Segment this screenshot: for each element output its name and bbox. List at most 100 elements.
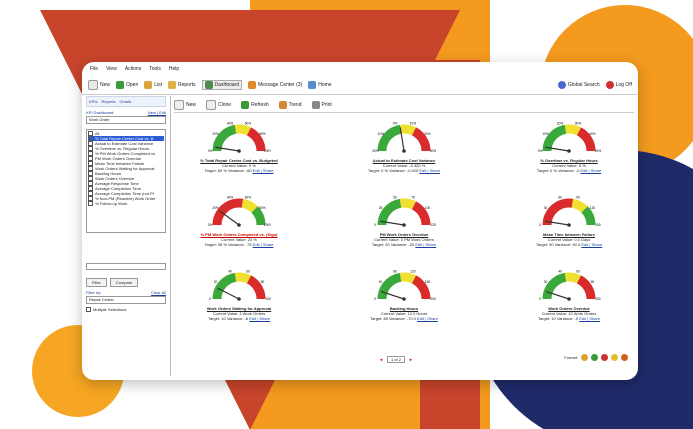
- dash-new-button[interactable]: New: [174, 100, 196, 110]
- gauge-dial: 0% 20% 40% 60% 80% 100%: [208, 195, 271, 227]
- edit-share-link[interactable]: Edit | Share: [415, 242, 436, 247]
- checkbox-icon[interactable]: [88, 201, 93, 206]
- gauge-tick-label: 60: [558, 195, 562, 199]
- list-icon: [144, 81, 153, 89]
- prev-page-button[interactable]: ◄: [379, 357, 383, 362]
- menu-help[interactable]: Help: [169, 66, 179, 76]
- filter-button[interactable]: Filter: [86, 278, 107, 287]
- gauge-tick-label: 80: [591, 280, 595, 284]
- message-center-button[interactable]: Message Center (3): [248, 81, 302, 89]
- filter-select[interactable]: Repair Center: [86, 296, 166, 304]
- home-button[interactable]: Home: [308, 81, 332, 89]
- new-label: New: [100, 82, 111, 88]
- multiple-selections-checkbox[interactable]: Multiple Selections: [86, 307, 166, 312]
- gauge-tick-label: 40: [558, 269, 562, 273]
- refresh-button[interactable]: Refresh: [241, 101, 269, 109]
- gauge-band: [581, 206, 596, 226]
- list-button[interactable]: List: [144, 81, 162, 89]
- menu-tools[interactable]: Tools: [149, 66, 161, 76]
- kpi-list-item-label: % Follow-up Work: [95, 201, 128, 206]
- gauge-target-text: Target: 60 % Variance: -60: [204, 168, 252, 173]
- gauge-tick-label: 80%: [259, 206, 266, 210]
- open-icon: [116, 81, 125, 89]
- menu-file[interactable]: File: [90, 66, 98, 76]
- gauge-tick-label: 60%: [245, 121, 252, 125]
- dashboard-toolbar: New Clone Refresh Trend Print: [174, 98, 634, 113]
- edit-share-link[interactable]: Edit | Share: [253, 242, 274, 247]
- trend-format-icon[interactable]: [621, 354, 628, 361]
- gauge-hub: [402, 223, 406, 227]
- clone-button[interactable]: Clone: [206, 100, 231, 110]
- open-button[interactable]: Open: [116, 81, 138, 89]
- horizontal-scrollbar[interactable]: [86, 263, 166, 270]
- gauge-target: Target: 20 Variance: -20 Edit | Share: [339, 242, 469, 247]
- left-pane: KPIs Reports Charts KPI Dashboard: New |…: [86, 96, 166, 376]
- kpi-gauge[interactable]: -20% -10% 0% 10% 20% 30% Actual to Estimate Co…: [339, 117, 469, 192]
- pane-divider[interactable]: [170, 96, 171, 376]
- menu-actions[interactable]: Actions: [125, 66, 141, 76]
- clear-all-link[interactable]: Clear All: [151, 290, 166, 295]
- menu-view[interactable]: View: [106, 66, 117, 76]
- bar-format-icon[interactable]: [611, 354, 618, 361]
- gauge-target: Target: 95 % Variance: -75 Edit | Share: [174, 242, 304, 247]
- gauge-tick-label: -20%: [372, 149, 379, 153]
- edit-share-link[interactable]: Edit | Share: [417, 316, 438, 321]
- refresh-icon: [241, 101, 250, 109]
- dashboard-button[interactable]: Dashboard: [201, 80, 243, 90]
- speedometer-format-icon[interactable]: [591, 354, 598, 361]
- tab-charts[interactable]: Charts: [119, 99, 131, 104]
- edit-share-link[interactable]: Edit | Share: [580, 168, 601, 173]
- kpi-gauge[interactable]: 0%20%40%60%80%100%% PM Work Orders Compl…: [174, 191, 304, 266]
- gauge-tick-label: 200: [430, 297, 436, 301]
- logoff-button[interactable]: Log Off: [605, 81, 632, 89]
- edit-share-link[interactable]: Edit | Share: [249, 316, 270, 321]
- pager: ◄ 1 of 2 ►: [379, 356, 413, 363]
- next-page-button[interactable]: ►: [409, 357, 413, 362]
- kpi-gauge[interactable]: 0 40 80 120 160 200 Backlog Hours Current Value…: [339, 265, 469, 340]
- dashboard-select[interactable]: Work Order: [86, 116, 166, 124]
- gauge-band: [377, 272, 402, 300]
- gauge-band: [399, 124, 417, 136]
- gauge-hub: [237, 149, 241, 153]
- kpi-gauge[interactable]: 0% 10% 20% 30% 40% 50%% Overtime vs. Regular …: [504, 117, 634, 192]
- gauge-tick-label: 80%: [259, 132, 266, 136]
- global-search-button[interactable]: Global Search: [558, 81, 600, 89]
- gauge-tick-label: 0%: [538, 149, 543, 153]
- print-button[interactable]: Print: [311, 101, 332, 109]
- trend-button[interactable]: Trend: [278, 101, 302, 109]
- gauge-target: Target: 10 Variance: -0 Edit | Share: [504, 316, 634, 321]
- gauge-target-text: Target: 80 Variance: -70.0: [370, 316, 416, 321]
- gauge-format-icon[interactable]: [581, 354, 588, 361]
- kpi-gauge[interactable]: 0%20%40%60%80%100%% Total Repair Center …: [174, 117, 304, 192]
- new-button[interactable]: New: [88, 80, 110, 90]
- open-label: Open: [126, 82, 139, 88]
- page-indicator[interactable]: 1 of 2: [386, 356, 405, 363]
- envelope-icon: [248, 81, 257, 89]
- kpi-list-item[interactable]: % Follow-up Work: [88, 201, 164, 206]
- edit-share-link[interactable]: Edit | Share: [579, 316, 600, 321]
- gauge-tick-label: 20%: [212, 206, 219, 210]
- table-format-icon[interactable]: [601, 354, 608, 361]
- home-icon: [308, 81, 317, 89]
- kpi-gauge[interactable]: 0 30 60 90 120 150 Mean Time between Failure Cu…: [504, 191, 634, 266]
- format-selector: Format:: [564, 354, 628, 361]
- gauge-tick-label: 160: [425, 280, 431, 284]
- tab-kpis[interactable]: KPIs: [89, 99, 97, 104]
- kpi-gauge[interactable]: 0 20 40 60 80 100 Work Orders Overdue Current V…: [504, 265, 634, 340]
- edit-share-link[interactable]: Edit | Share: [419, 168, 440, 173]
- gauge-hub: [402, 149, 406, 153]
- kpi-gauge[interactable]: 0 25 50 75 100 125 PM Work Orders Overdue Curre…: [339, 191, 469, 266]
- gauge-band: [234, 124, 252, 136]
- new-edit-link[interactable]: New | Edit: [148, 110, 166, 115]
- gauge-dial: -20% -10% 0% 10% 20% 30%: [372, 121, 436, 153]
- reports-button[interactable]: Reports: [168, 81, 196, 89]
- gauge-band: [241, 198, 258, 213]
- edit-share-link[interactable]: Edit | Share: [581, 242, 602, 247]
- tab-reports[interactable]: Reports: [101, 99, 115, 104]
- compare-button[interactable]: Compare: [109, 278, 139, 287]
- gauge-band: [571, 198, 588, 213]
- kpi-gauge[interactable]: 0 20 40 60 80 100 Work Orders Waiting for Appr…: [174, 265, 304, 340]
- gauge-tick-label: 100: [265, 297, 271, 301]
- gauge-tick-label: 20%: [424, 132, 431, 136]
- edit-share-link[interactable]: Edit | Share: [253, 168, 274, 173]
